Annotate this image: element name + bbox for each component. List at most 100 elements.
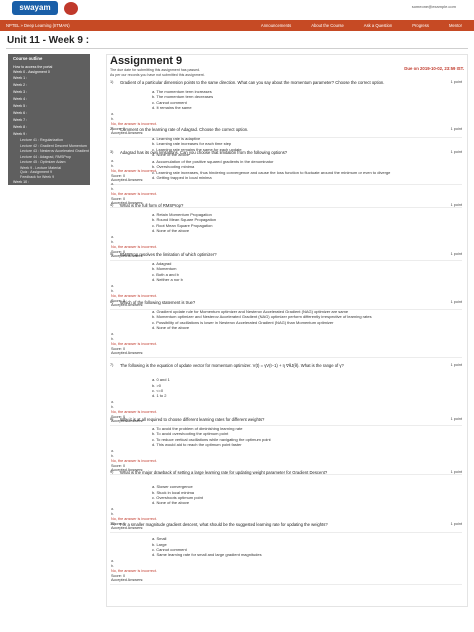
sidebar-item[interactable]: Week 9 :	[13, 132, 27, 136]
question-text: The following is the equation of update …	[120, 363, 344, 368]
sidebar-item[interactable]: Lecture 41 : Regularization	[20, 138, 63, 142]
answer-option[interactable]: d. This would aid to reach the optimum p…	[152, 442, 271, 447]
score-lines: a. b.	[111, 507, 115, 516]
options-list: a. To avoid the problem of diminishing l…	[152, 426, 271, 447]
sidebar-item[interactable]: How to access the portal	[13, 65, 52, 69]
question-points: 1 point	[450, 522, 462, 526]
options-list: a. 0 and 1 b. >0 c. <=0 d. 1 to 2	[152, 377, 170, 398]
question-number: 5)	[110, 252, 114, 256]
question-number: 9)	[110, 470, 114, 474]
sidebar-item[interactable]: Lecture 42 : Gradient Descent Momentum	[20, 144, 87, 148]
course-navbar: NPTEL » Deep Learning (IITMAN) Announcem…	[0, 20, 474, 31]
nav-link-ask[interactable]: Ask a Question	[364, 23, 392, 28]
sidebar-item[interactable]: Lecture 43 : Nesterov Accelerated Gradie…	[20, 149, 89, 153]
question-number: 10)	[110, 522, 116, 526]
answer-option[interactable]: b. Momentum optimizer and Nesterov Accel…	[152, 314, 372, 319]
sidebar-item[interactable]: Week 2 :	[13, 83, 27, 87]
answer-option[interactable]: d. Neither a nor b	[152, 277, 183, 282]
sidebar-item[interactable]: Week 1 :	[13, 76, 27, 80]
options-list: a. Gradient update rule for Momentum opt…	[152, 309, 372, 330]
score-lines: a. b.	[111, 235, 115, 244]
sidebar-item[interactable]: Lecture 45 : Optimizer Adam	[20, 160, 66, 164]
options-list: a. The momentum term increases b. The mom…	[152, 89, 213, 110]
question-points: 1 point	[450, 363, 462, 367]
sidebar-item[interactable]: Lecture 44 : Adagrad, RMSProp	[20, 155, 71, 159]
sidebar-item[interactable]: Week 7 :	[13, 118, 27, 122]
question-text: For a smaller magnitude gradient descent…	[120, 522, 328, 527]
incorrect-status: No, the answer is incorrect.	[111, 169, 158, 173]
question-text: Which of the following statement is true…	[120, 300, 196, 305]
score-lines: a. b.	[111, 449, 115, 458]
question-text: What is the major drawback of setting a …	[120, 470, 328, 475]
not-submitted-note: As per our records you have not submitte…	[110, 72, 205, 77]
question-divider	[110, 357, 462, 358]
incorrect-status: No, the answer is incorrect.	[111, 294, 158, 298]
question-number: 4)	[110, 203, 114, 207]
score-text: Score: 0	[111, 346, 126, 351]
options-list: a. Adagrad b. Momentum c. Both a and b d. N…	[152, 261, 183, 282]
sidebar-item[interactable]: Week 9 - Lecture Material	[20, 166, 61, 170]
question-number: 7)	[110, 363, 114, 367]
question-points: 1 point	[450, 80, 462, 84]
question-text: Comment on the learning rate of Adagrad.…	[120, 127, 249, 132]
question-points: 1 point	[450, 252, 462, 256]
question-points: 1 point	[450, 203, 462, 207]
score-lines: a. b.	[111, 182, 115, 191]
incorrect-status: No, the answer is incorrect.	[111, 410, 158, 415]
question-points: 1 point	[450, 300, 462, 304]
score-lines: a. b.	[111, 284, 115, 293]
options-list: a. Slower convergence b. Stuck in local m…	[152, 484, 203, 505]
question-number: 2)	[110, 127, 114, 131]
due-date: Due on 2019-10-02, 23:59 IST.	[404, 66, 464, 71]
sidebar-item[interactable]: Week 5 :	[13, 104, 27, 108]
question-divider	[110, 532, 462, 534]
question-divider	[110, 584, 462, 586]
question-number: 8)	[110, 417, 114, 421]
incorrect-status: No, the answer is incorrect.	[111, 517, 158, 522]
sidebar-item[interactable]: Feedback for Week 9	[20, 175, 54, 179]
sidebar-item[interactable]: Week 3 :	[13, 90, 27, 94]
swayam-logo[interactable]: swayam	[12, 1, 58, 15]
sidebar-item[interactable]: Week 4 :	[13, 97, 27, 101]
question-text: What is the full form of RMSProp?	[120, 203, 184, 208]
answer-option[interactable]: d. Getting trapped in local minima	[152, 175, 390, 180]
question-text: RMSProp resolves the limitation of which…	[120, 252, 217, 257]
user-email[interactable]: someone@example.com	[412, 4, 456, 9]
answer-option[interactable]: d. It remains the same	[152, 105, 213, 110]
score-lines: a. b.	[111, 332, 115, 341]
question-points: 1 point	[450, 127, 462, 131]
nav-link-mentor[interactable]: Mentor	[449, 23, 462, 28]
sidebar-item[interactable]: Week 6 :	[13, 111, 27, 115]
sidebar-item: Course outline	[13, 56, 43, 61]
sidebar-item[interactable]: Week 0 - Assignment 0	[13, 70, 50, 74]
sidebar-item[interactable]: Week 8 :	[13, 125, 27, 129]
options-list: a. Accumulation of the positive squared …	[152, 159, 390, 180]
question-divider	[110, 184, 462, 185]
accepted-answers-label: Accepted Answers:	[111, 578, 144, 583]
answer-option[interactable]: d. None of the above	[152, 500, 203, 505]
options-list: a. Small b. Large c. Cannot comment d. Same…	[152, 536, 262, 557]
nav-link-progress[interactable]: Progress	[412, 23, 429, 28]
answer-option[interactable]: d. Same learning rate for small and larg…	[152, 552, 262, 557]
answer-option[interactable]: b. The momentum term decreases	[152, 94, 213, 99]
incorrect-status: No, the answer is incorrect.	[111, 192, 158, 196]
nav-link-announcements[interactable]: Announcements	[261, 23, 291, 28]
score-text: Score: 0	[111, 173, 126, 178]
answer-option[interactable]: a. 0 and 1	[152, 377, 170, 382]
answer-option[interactable]: b. Round Mean Square Propagation	[152, 217, 216, 222]
nav-link-about[interactable]: About the Course	[311, 23, 344, 28]
nav-course-breadcrumb[interactable]: NPTEL » Deep Learning (IITMAN)	[6, 23, 70, 28]
sidebar-item[interactable]: Week 10 :	[13, 180, 29, 184]
question-text: Adagrad has its own limitations. Can you…	[120, 150, 288, 155]
score-text: Score: 0	[111, 573, 126, 578]
answer-option[interactable]: b. Learning rate increases for each time…	[152, 141, 242, 146]
course-outline-sidebar: Course outline How to access the portal We…	[8, 54, 90, 185]
sidebar-item[interactable]: Quiz : Assignment 9	[20, 170, 52, 174]
answer-option[interactable]: d. None of the above	[152, 228, 216, 233]
unit-heading: Unit 11 - Week 9 :	[7, 35, 90, 46]
answer-option[interactable]: d. 1 to 2	[152, 393, 170, 398]
assignment-title: Assignment 9	[110, 55, 183, 67]
page: swayam someone@example.com NPTEL » Deep …	[0, 0, 474, 632]
answer-option[interactable]: d. None of the above	[152, 325, 372, 330]
score-lines: a. b.	[111, 559, 115, 568]
